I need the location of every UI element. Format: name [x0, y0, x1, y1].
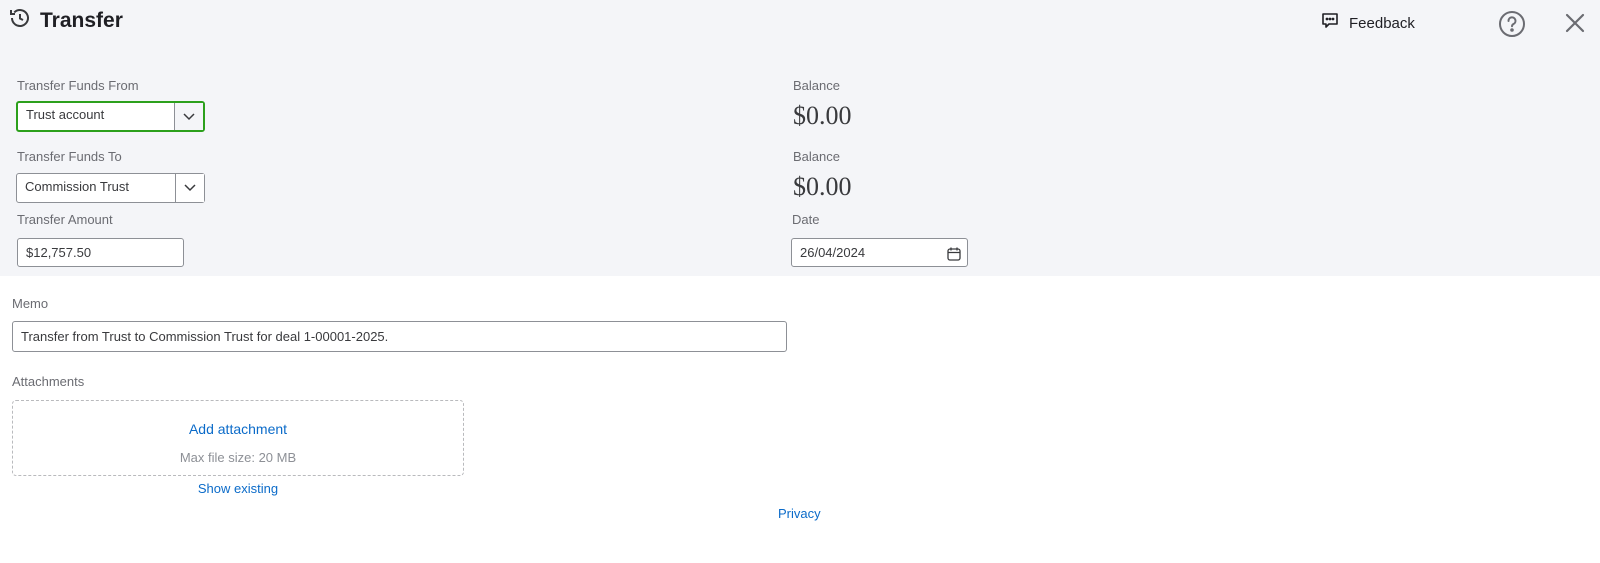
close-icon — [1564, 13, 1586, 38]
privacy-link[interactable]: Privacy — [778, 506, 821, 521]
to-balance-value: $0.00 — [793, 172, 852, 201]
transfer-from-label: Transfer Funds From — [17, 78, 139, 93]
help-icon — [1498, 11, 1526, 42]
close-button[interactable] — [1564, 12, 1586, 39]
transfer-amount-input[interactable]: $12,757.50 — [17, 238, 184, 267]
transfer-amount-label: Transfer Amount — [17, 212, 113, 227]
attachments-label: Attachments — [12, 374, 85, 389]
from-balance-value: $0.00 — [793, 101, 852, 130]
memo-input[interactable]: Transfer from Trust to Commission Trust … — [12, 321, 787, 352]
transfer-to-value: Commission Trust — [25, 179, 130, 194]
feedback-icon — [1320, 11, 1340, 35]
to-balance-label: Balance — [793, 149, 840, 164]
max-file-size-text: Max file size: 20 MB — [179, 450, 297, 465]
date-label: Date — [792, 212, 820, 227]
add-attachment-link[interactable]: Add attachment — [13, 421, 463, 437]
feedback-button[interactable]: Feedback — [1320, 11, 1460, 35]
header-panel — [0, 0, 1600, 276]
attachment-dropzone[interactable]: Add attachment Max file size: 20 MB — [12, 400, 464, 476]
chevron-down-icon[interactable] — [175, 174, 204, 202]
history-icon — [8, 6, 32, 35]
page-title: Transfer — [40, 8, 123, 32]
transfer-to-select[interactable]: Commission Trust — [16, 173, 205, 203]
help-button[interactable] — [1498, 10, 1526, 43]
from-balance-label: Balance — [793, 78, 840, 93]
date-input[interactable]: 26/04/2024 — [791, 238, 968, 267]
transfer-to-label: Transfer Funds To — [17, 149, 122, 164]
calendar-icon[interactable] — [946, 244, 962, 271]
show-existing-link[interactable]: Show existing — [12, 481, 464, 496]
chevron-down-icon[interactable] — [174, 103, 203, 130]
memo-label: Memo — [12, 296, 49, 311]
page-header: Transfer — [8, 6, 123, 35]
transfer-from-value: Trust account — [26, 107, 105, 122]
transfer-from-select[interactable]: Trust account — [16, 101, 205, 132]
date-value: 26/04/2024 — [800, 245, 866, 260]
feedback-label: Feedback — [1349, 14, 1415, 32]
